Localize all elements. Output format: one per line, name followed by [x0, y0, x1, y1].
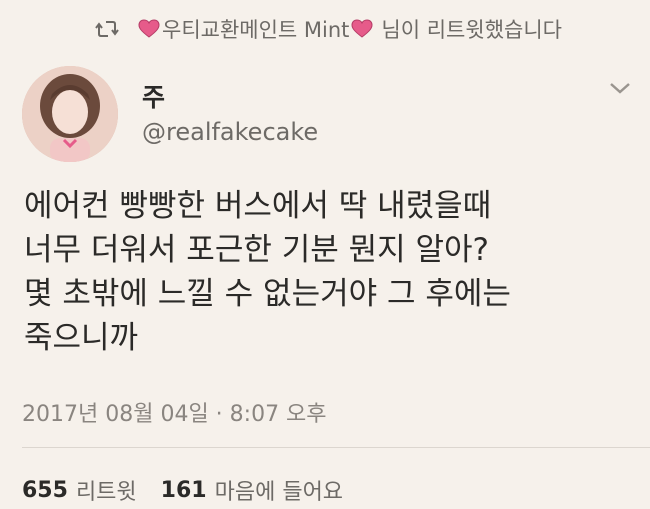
tweet-line: 에어컨 빵빵한 버스에서 딱 내렸을때 — [24, 188, 492, 224]
avatar-image — [22, 66, 118, 162]
divider — [22, 447, 650, 448]
heart-icon — [351, 19, 373, 38]
author-handle[interactable]: @realfakecake — [142, 118, 318, 146]
author-name[interactable]: 주 — [142, 78, 165, 114]
avatar[interactable] — [22, 66, 118, 162]
retweet-suffix: 님이 리트윗했습니다 — [381, 18, 562, 42]
chevron-down-icon[interactable] — [608, 80, 632, 96]
tweet-line: 너무 더워서 포근한 기분 뭔지 알아? — [24, 232, 490, 268]
tweet-text: 에어컨 빵빵한 버스에서 딱 내렸을때 너무 더워서 포근한 기분 뭔지 알아?… — [24, 184, 634, 360]
retweet-context: 우티교환메인트 Mint 님이 리트윗했습니다 — [0, 12, 650, 46]
retweet-context-text[interactable]: 우티교환메인트 Mint 님이 리트윗했습니다 — [136, 12, 562, 46]
retweeter-name[interactable]: 우티교환메인트 Mint — [162, 14, 349, 44]
tweet-stats: 655 리트윗 161 마음에 들어요 — [22, 474, 343, 506]
tweet-line: 죽으니까 — [24, 320, 139, 356]
tweet-timestamp[interactable]: 2017년 08월 04일 · 8:07 오후 — [22, 396, 327, 428]
like-count[interactable]: 161 — [161, 478, 207, 503]
retweet-label[interactable]: 리트윗 — [76, 474, 137, 506]
tweet-line: 몇 초밖에 느낄 수 없는거야 그 후에는 — [24, 276, 511, 312]
heart-icon — [138, 19, 160, 38]
like-label[interactable]: 마음에 들어요 — [215, 474, 343, 506]
retweet-count[interactable]: 655 — [22, 478, 68, 503]
retweet-icon — [95, 21, 119, 37]
